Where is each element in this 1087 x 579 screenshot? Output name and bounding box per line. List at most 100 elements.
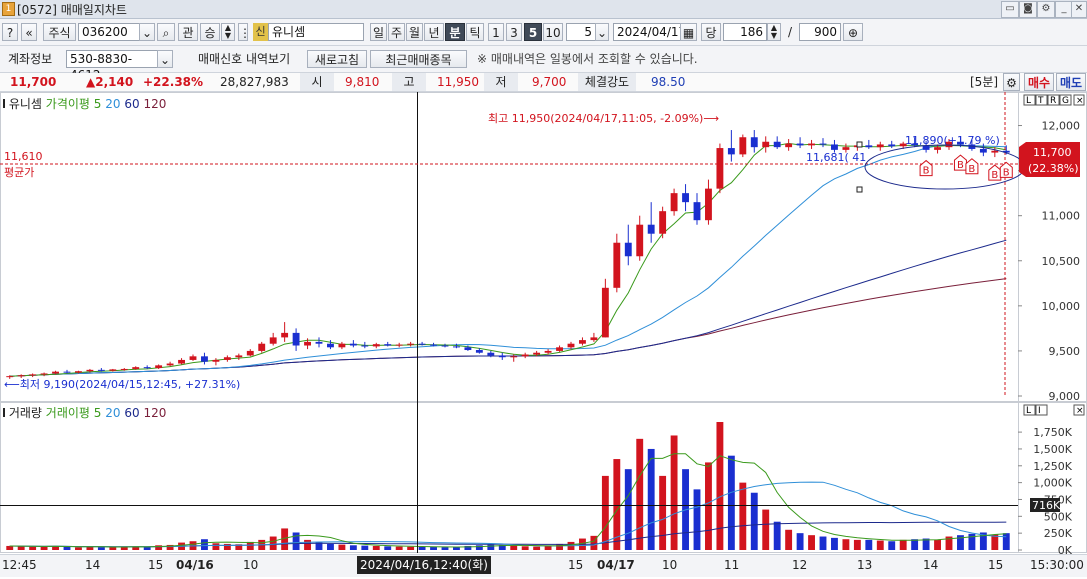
chart-area[interactable]: 12,00011,50011,00010,50010,0009,5009,000… — [0, 92, 1087, 557]
buy-marker-label: B — [1003, 167, 1010, 178]
price-change-pct: +22.38% — [143, 75, 204, 89]
interval-10[interactable]: 10 — [543, 23, 563, 41]
vol-scale-tag-l[interactable]: L — [1026, 406, 1031, 416]
account-chevron-icon[interactable]: ⌄ — [157, 50, 173, 68]
account-label: 계좌정보 — [8, 52, 53, 66]
chart-settings-icon[interactable]: ⚙ — [1003, 73, 1020, 91]
legend-stock-name: 유니셈 — [8, 97, 42, 111]
interval-5[interactable]: 5 — [524, 23, 542, 41]
scale-tag-t[interactable]: T — [1037, 96, 1044, 106]
period-year[interactable]: 년 — [424, 23, 444, 41]
interval-select[interactable]: 5 — [566, 23, 596, 41]
volume-bar — [750, 492, 758, 550]
close-volume-pane-icon[interactable]: × — [1076, 406, 1084, 416]
volume-bar — [819, 536, 827, 550]
vol-scale-tag-i[interactable]: I — [1038, 406, 1041, 416]
volume-bar — [831, 537, 838, 550]
title-bar: 1 [0572] 매매일지차트 ▭ ◙ ⚙ _ ✕ — [0, 0, 1087, 19]
volume-bar — [407, 546, 415, 550]
selection-handle[interactable] — [856, 141, 863, 148]
app-icon: 1 — [2, 2, 15, 16]
candle-body — [567, 343, 575, 348]
period-tick[interactable]: 틱 — [466, 23, 484, 41]
spin-arrows-icon[interactable]: ▲ ▼ — [221, 23, 235, 41]
min-price-note: ⟵최저 9,190(2024/04/15,12:45, +27.31%) — [4, 378, 240, 391]
total-count-input[interactable]: 900 — [799, 23, 841, 41]
candle-body — [876, 144, 884, 148]
chart-canvas[interactable]: 12,00011,50011,00010,50010,0009,5009,000… — [0, 92, 1087, 576]
candle-body — [212, 359, 220, 362]
account-select[interactable]: 530-8830-4612- — [66, 50, 158, 82]
scale-tag-r[interactable]: R — [1050, 96, 1056, 106]
candle-body — [475, 350, 483, 353]
market-select[interactable]: 주식 — [43, 23, 76, 41]
volume-value: 28,827,983 — [220, 75, 289, 89]
current-price: 11,700 — [10, 75, 57, 89]
current-price-tag-pct: (22.38%) — [1028, 162, 1079, 175]
sell-button[interactable]: 매도 — [1056, 73, 1086, 91]
current-price-tag-value: 11,700 — [1033, 146, 1072, 159]
candle-body — [705, 188, 712, 221]
period-month[interactable]: 월 — [406, 23, 423, 41]
volume-bar — [395, 546, 403, 550]
period-minute[interactable]: 분 — [445, 23, 465, 41]
volume-legend-ma120: 120 — [143, 406, 167, 420]
scale-tag-g[interactable]: G — [1062, 96, 1069, 106]
close-pane-icon[interactable]: × — [1076, 96, 1084, 106]
volume-legend-name: 거래량 — [8, 406, 42, 420]
ma60-line — [9, 239, 1007, 377]
camera-icon[interactable]: ◙ — [1019, 1, 1037, 18]
buy-button[interactable]: 매수 — [1024, 73, 1054, 91]
interval-1[interactable]: 1 — [488, 23, 504, 41]
volume-bar — [441, 547, 449, 550]
zoom-in-icon[interactable]: ⊕ — [843, 23, 863, 41]
calendar-icon[interactable]: ▦ — [680, 23, 697, 41]
ma20-line — [9, 144, 1007, 377]
selection-handle[interactable] — [856, 186, 863, 193]
period-day[interactable]: 일 — [370, 23, 387, 41]
price-scale-tags[interactable]: L T R G × — [1023, 94, 1085, 106]
dang-button[interactable]: 당 — [701, 23, 721, 41]
dots-icon[interactable]: ⋮ — [238, 23, 251, 41]
refresh-button[interactable]: 새로고침 — [307, 50, 367, 68]
price-tick-label: 10,500 — [1042, 255, 1081, 268]
candle-body — [842, 147, 850, 150]
close-icon[interactable]: ✕ — [1071, 1, 1087, 18]
candle-body — [556, 347, 563, 351]
scale-tag-l[interactable]: L — [1026, 96, 1031, 106]
count-spin-icon[interactable]: ▲ ▼ — [767, 23, 781, 41]
candle-body — [97, 369, 105, 371]
volume-legend-ma20: 20 — [105, 406, 121, 420]
price-tick-label: 11,000 — [1042, 210, 1081, 223]
date-input[interactable]: 2024/04/17 — [613, 23, 686, 41]
stock-code-input[interactable]: 036200 — [78, 23, 140, 41]
interval-chevron-icon[interactable]: ⌄ — [595, 23, 609, 41]
settings-icon[interactable]: ⚙ — [1037, 1, 1055, 18]
volume-scale-tags[interactable]: L I × — [1023, 404, 1085, 416]
search-icon[interactable]: ⌕ — [157, 23, 175, 41]
volume-bar — [304, 539, 311, 550]
x-label-date: 04/17 — [597, 558, 635, 572]
chevron-down-icon[interactable]: ⌄ — [139, 23, 155, 41]
count-input[interactable]: 186 — [723, 23, 767, 41]
volume-bar — [372, 545, 380, 550]
legend-ma20: 20 — [105, 97, 121, 111]
candle-body — [246, 350, 254, 356]
volume-bar — [63, 546, 71, 550]
ma120-line — [9, 278, 1007, 377]
expand-button[interactable]: « — [21, 23, 37, 41]
gwan-button[interactable]: 관 — [178, 23, 198, 41]
seung-button[interactable]: 승 — [200, 23, 220, 41]
low-value: 9,700 — [532, 75, 567, 89]
restore-icon[interactable]: ▭ — [1001, 1, 1019, 18]
volume-tick-label: 1,500K — [1033, 443, 1072, 456]
candle-body — [315, 341, 323, 344]
x-label: 15 — [988, 558, 1004, 572]
volume-bar — [338, 544, 346, 550]
help-button[interactable]: ? — [2, 23, 18, 41]
interval-3[interactable]: 3 — [506, 23, 522, 41]
volume-legend-marker — [3, 408, 5, 417]
volume-bar — [6, 545, 14, 550]
recent-stocks-button[interactable]: 최근매매종목 — [370, 50, 467, 68]
period-week[interactable]: 주 — [388, 23, 405, 41]
